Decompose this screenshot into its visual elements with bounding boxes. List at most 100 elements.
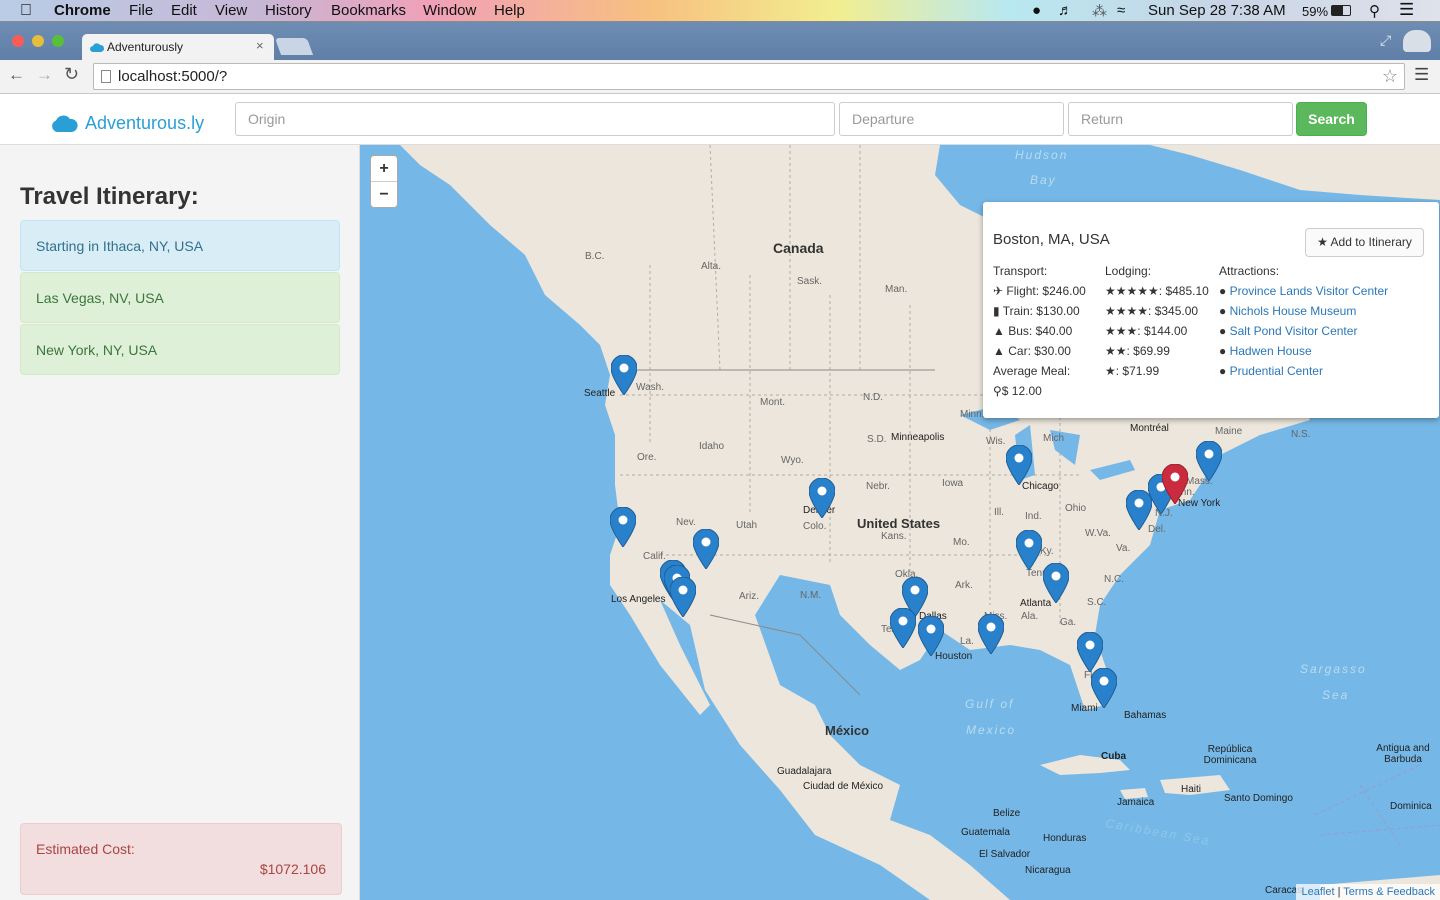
country-label: México <box>825 723 870 738</box>
region-label: Ariz. <box>739 591 759 602</box>
return-input[interactable]: Return <box>1068 102 1293 136</box>
map-marker[interactable] <box>1043 563 1069 603</box>
map-marker-selected[interactable] <box>1162 464 1188 504</box>
menu-app-name[interactable]: Chrome <box>54 2 111 19</box>
terms-feedback-link[interactable]: Terms & Feedback <box>1343 886 1435 898</box>
wifi-icon[interactable]: ≈ <box>1117 2 1125 19</box>
region-label: Alta. <box>701 261 722 272</box>
menu-help[interactable]: Help <box>494 2 525 19</box>
region-label: Mich <box>1043 433 1065 444</box>
region-label: Mo. <box>953 537 970 548</box>
map-marker[interactable] <box>1196 441 1222 481</box>
map-marker[interactable] <box>611 355 637 395</box>
itinerary-item[interactable]: Las Vegas, NV, USA <box>20 272 340 323</box>
map-marker[interactable] <box>890 608 916 648</box>
menu-view[interactable]: View <box>215 2 247 19</box>
map-marker[interactable] <box>1091 668 1117 708</box>
address-bar[interactable]: localhost:5000/? ☆ <box>93 63 1405 90</box>
origin-input[interactable]: Origin <box>235 102 835 136</box>
attraction-link[interactable]: Province Lands Visitor Center <box>1230 284 1389 298</box>
notification-center-icon[interactable]: ☰ <box>1399 0 1414 20</box>
lodging-header: Lodging: <box>1105 264 1152 278</box>
city-label: El Salvador <box>979 849 1031 860</box>
itinerary-item-start[interactable]: Starting in Ithaca, NY, USA <box>20 220 340 271</box>
region-label: Ohio <box>1065 503 1087 514</box>
transport-flight: ✈ Flight: $246.00 <box>993 281 1086 301</box>
zoom-out-button[interactable]: − <box>371 182 397 208</box>
map-marker[interactable] <box>809 478 835 518</box>
apple-icon[interactable]:  <box>20 2 32 20</box>
reload-icon[interactable]: ↻ <box>64 64 79 85</box>
menu-file[interactable]: File <box>129 2 153 19</box>
attractions-header: Attractions: <box>1219 264 1280 278</box>
tab-close-icon[interactable]: × <box>256 38 264 53</box>
spotlight-search-icon[interactable]: ⚲ <box>1369 2 1380 20</box>
back-icon[interactable]: ← <box>8 65 25 85</box>
menubar-datetime[interactable]: Sun Sep 28 7:38 AM <box>1148 2 1286 19</box>
maximize-window-button[interactable] <box>52 35 64 47</box>
attraction-item: ● Province Lands Visitor Center <box>1219 281 1388 301</box>
search-button[interactable]: Search <box>1296 102 1367 136</box>
lodging-column: Lodging: ★★★★★: $485.10 ★★★★: $345.00 ★★… <box>1105 261 1209 381</box>
sea-label: Gulf of <box>965 697 1015 711</box>
forward-icon[interactable]: → <box>36 65 53 85</box>
popup-title: Boston, MA, USA <box>993 231 1110 248</box>
map-marker[interactable] <box>1077 632 1103 672</box>
cutlery-icon: ⚲ <box>993 384 1002 398</box>
menu-window[interactable]: Window <box>423 2 476 19</box>
region-label: Ga. <box>1060 617 1077 628</box>
attraction-link[interactable]: Nichols House Museum <box>1230 304 1357 318</box>
battery-icon[interactable] <box>1331 5 1351 16</box>
add-to-itinerary-button[interactable]: ★ Add to Itinerary <box>1305 228 1424 257</box>
itinerary-item[interactable]: New York, NY, USA <box>20 324 340 375</box>
attraction-link[interactable]: Prudential Center <box>1230 364 1323 378</box>
map-view[interactable]: Hudson Bay Gulf of Mexico Sargasso Sea C… <box>360 145 1440 900</box>
close-window-button[interactable] <box>12 35 24 47</box>
browser-tab[interactable]: Adventurously × <box>82 34 274 61</box>
city-label: Guatemala <box>961 827 1010 838</box>
city-label: Dominica <box>1390 801 1432 812</box>
map-marker[interactable] <box>610 507 636 547</box>
attraction-link[interactable]: Hadwen House <box>1230 344 1312 358</box>
map-marker[interactable] <box>693 529 719 569</box>
plane-icon: ✈ <box>993 284 1004 298</box>
menu-bookmarks[interactable]: Bookmarks <box>331 2 406 19</box>
chrome-menu-icon[interactable]: ☰ <box>1414 65 1429 85</box>
city-label: Honduras <box>1043 833 1087 844</box>
bookmark-star-icon[interactable]: ☆ <box>1382 66 1398 87</box>
map-marker-icon: ● <box>1219 344 1227 358</box>
city-label: República Dominicana <box>1203 744 1257 766</box>
map-marker[interactable] <box>1006 445 1032 485</box>
menu-edit[interactable]: Edit <box>171 2 197 19</box>
new-tab-button[interactable] <box>274 38 314 55</box>
map-marker[interactable] <box>918 616 944 656</box>
cost-value: $1072.106 <box>259 861 326 877</box>
volume-icon[interactable]: ♬ <box>1058 2 1073 19</box>
map-marker[interactable] <box>1016 530 1042 570</box>
road-icon: ▲ <box>993 344 1005 358</box>
region-label: Wyo. <box>781 455 804 466</box>
page-icon <box>101 70 111 83</box>
region-label: La. <box>960 636 974 647</box>
zoom-in-button[interactable]: + <box>371 156 397 182</box>
city-label: Montréal <box>1130 423 1169 434</box>
city-label: Minneapolis <box>891 432 945 443</box>
fullscreen-icon[interactable]: ⤢ <box>1380 32 1391 49</box>
brand-title[interactable]: Adventurous.ly <box>85 113 204 134</box>
map-marker[interactable] <box>978 614 1004 654</box>
leaflet-link[interactable]: Leaflet <box>1301 886 1334 898</box>
notification-bell-icon[interactable]: ● <box>1032 2 1041 19</box>
departure-input[interactable]: Departure <box>839 102 1064 136</box>
city-label: Santo Domingo <box>1224 793 1293 804</box>
cloud-logo-icon <box>52 115 78 132</box>
region-label: Kans. <box>881 531 907 542</box>
map-marker[interactable] <box>670 577 696 617</box>
menu-history[interactable]: History <box>265 2 312 19</box>
map-marker-icon: ● <box>1219 364 1227 378</box>
bluetooth-icon[interactable]: ⁂ <box>1092 2 1107 20</box>
region-label: Idaho <box>699 441 725 452</box>
cost-label: Estimated Cost: <box>36 841 135 857</box>
region-label: Wash. <box>636 382 664 393</box>
minimize-window-button[interactable] <box>32 35 44 47</box>
attraction-link[interactable]: Salt Pond Visitor Center <box>1230 324 1358 338</box>
